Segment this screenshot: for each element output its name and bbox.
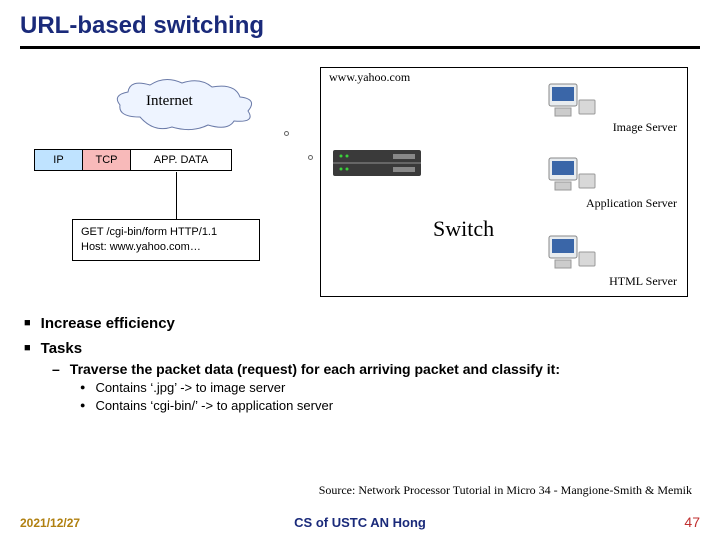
internet-label: Internet: [146, 93, 193, 110]
source-citation: Source: Network Processor Tutorial in Mi…: [319, 483, 692, 498]
image-server-icon: [547, 80, 597, 120]
bullet-cgibin: Contains ‘cgi-bin/’ -> to application se…: [80, 398, 700, 413]
bullet-list: Increase efficiency Tasks Traverse the p…: [20, 315, 700, 413]
switch-rack-icon: [333, 150, 421, 176]
footer-page-number: 47: [684, 514, 700, 530]
bullet-tasks: Tasks: [24, 340, 700, 357]
server-cluster-box: www.yahoo.com Switch: [320, 67, 688, 297]
footer-date: 2021/12/27: [20, 516, 80, 530]
connector-dot: [308, 155, 313, 160]
footer-center: CS of USTC AN Hong: [294, 515, 426, 530]
cluster-host-label: www.yahoo.com: [329, 70, 410, 85]
http-request-box: GET /cgi-bin/form HTTP/1.1 Host: www.yah…: [72, 219, 260, 261]
html-server-label: HTML Server: [609, 274, 677, 289]
http-line1: GET /cgi-bin/form HTTP/1.1: [81, 225, 251, 240]
bullet-efficiency: Increase efficiency: [24, 315, 700, 332]
image-server-label: Image Server: [613, 120, 677, 135]
title-rule: [20, 46, 700, 49]
diagram-area: Internet IP TCP APP. DATA GET /cgi-bin/f…: [20, 59, 700, 307]
slide-title: URL-based switching: [20, 12, 700, 40]
bullet-traverse: Traverse the packet data (request) for e…: [52, 361, 700, 377]
application-server-icon: [547, 154, 597, 194]
application-server-label: Application Server: [586, 196, 677, 211]
html-server-icon: [547, 232, 597, 272]
leader-line: [176, 172, 177, 219]
packet-ip: IP: [35, 150, 83, 170]
packet-tcp: TCP: [83, 150, 131, 170]
packet-box: IP TCP APP. DATA: [34, 149, 232, 171]
packet-appdata: APP. DATA: [131, 150, 231, 170]
connector-dot: [284, 131, 289, 136]
bullet-jpg: Contains ‘.jpg’ -> to image server: [80, 380, 700, 395]
switch-label: Switch: [433, 216, 494, 242]
http-line2: Host: www.yahoo.com…: [81, 240, 251, 255]
